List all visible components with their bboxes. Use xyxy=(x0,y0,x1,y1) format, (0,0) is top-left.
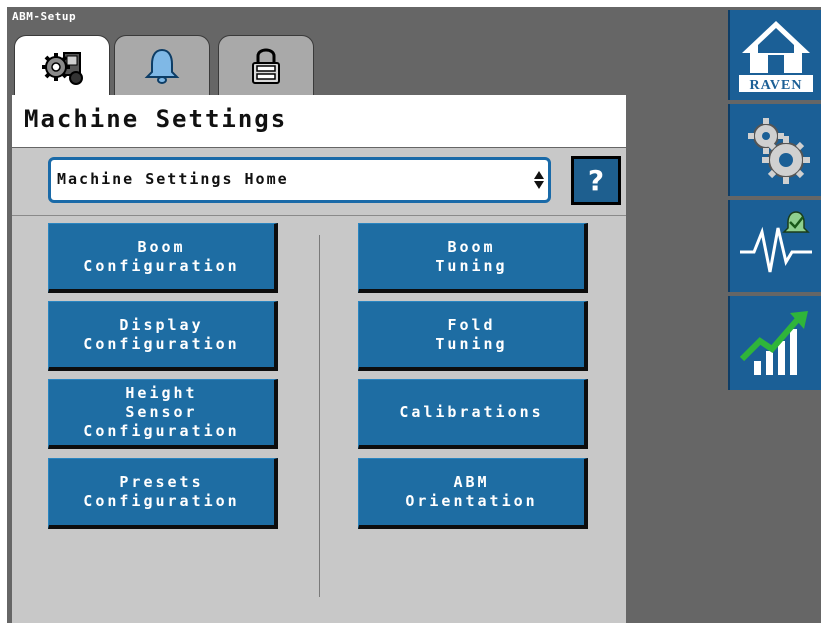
divider-horizontal xyxy=(12,215,626,216)
title-bar: Machine Settings xyxy=(12,95,626,148)
tab-machine[interactable] xyxy=(14,35,110,97)
gears-icon xyxy=(747,118,810,184)
raven-brand-text: RAVEN xyxy=(749,78,802,93)
sidebar-diagnostics-button[interactable] xyxy=(728,200,821,292)
sidebar-settings-button[interactable] xyxy=(728,104,821,196)
boom-configuration-button[interactable]: Boom Configuration xyxy=(48,223,278,293)
fold-tuning-button[interactable]: Fold Tuning xyxy=(358,301,588,371)
height-sensor-configuration-button[interactable]: Height Sensor Configuration xyxy=(48,379,278,449)
presets-configuration-button[interactable]: Presets Configuration xyxy=(48,458,278,529)
chevron-up-icon xyxy=(534,171,544,179)
abm-orientation-button[interactable]: ABM Orientation xyxy=(358,458,588,529)
home-icon: RAVEN xyxy=(738,21,813,93)
performance-chart-icon xyxy=(739,311,808,375)
sidebar-performance-button[interactable] xyxy=(728,296,821,390)
page-select-dropdown[interactable]: Machine Settings Home xyxy=(48,157,551,203)
chevron-down-icon xyxy=(534,181,544,189)
help-button[interactable]: ? xyxy=(571,156,621,205)
display-configuration-button[interactable]: Display Configuration xyxy=(48,301,278,371)
lock-icon xyxy=(252,48,280,84)
calibrations-button[interactable]: Calibrations xyxy=(358,379,588,449)
machine-icon xyxy=(42,51,83,85)
bell-icon xyxy=(144,48,180,84)
boom-tuning-button[interactable]: Boom Tuning xyxy=(358,223,588,293)
diagnostics-alert-icon xyxy=(739,211,812,273)
tab-alarms[interactable] xyxy=(114,35,210,95)
page-select-value: Machine Settings Home xyxy=(57,170,289,188)
dropdown-arrows[interactable] xyxy=(533,164,545,196)
tab-security[interactable] xyxy=(218,35,314,95)
app-title: ABM-Setup xyxy=(12,10,77,23)
sidebar-home-button[interactable]: RAVEN xyxy=(728,10,821,100)
divider-vertical xyxy=(319,235,320,597)
page-title: Machine Settings xyxy=(24,105,288,133)
main-panel: Machine Settings Machine Settings Home ?… xyxy=(12,95,626,623)
